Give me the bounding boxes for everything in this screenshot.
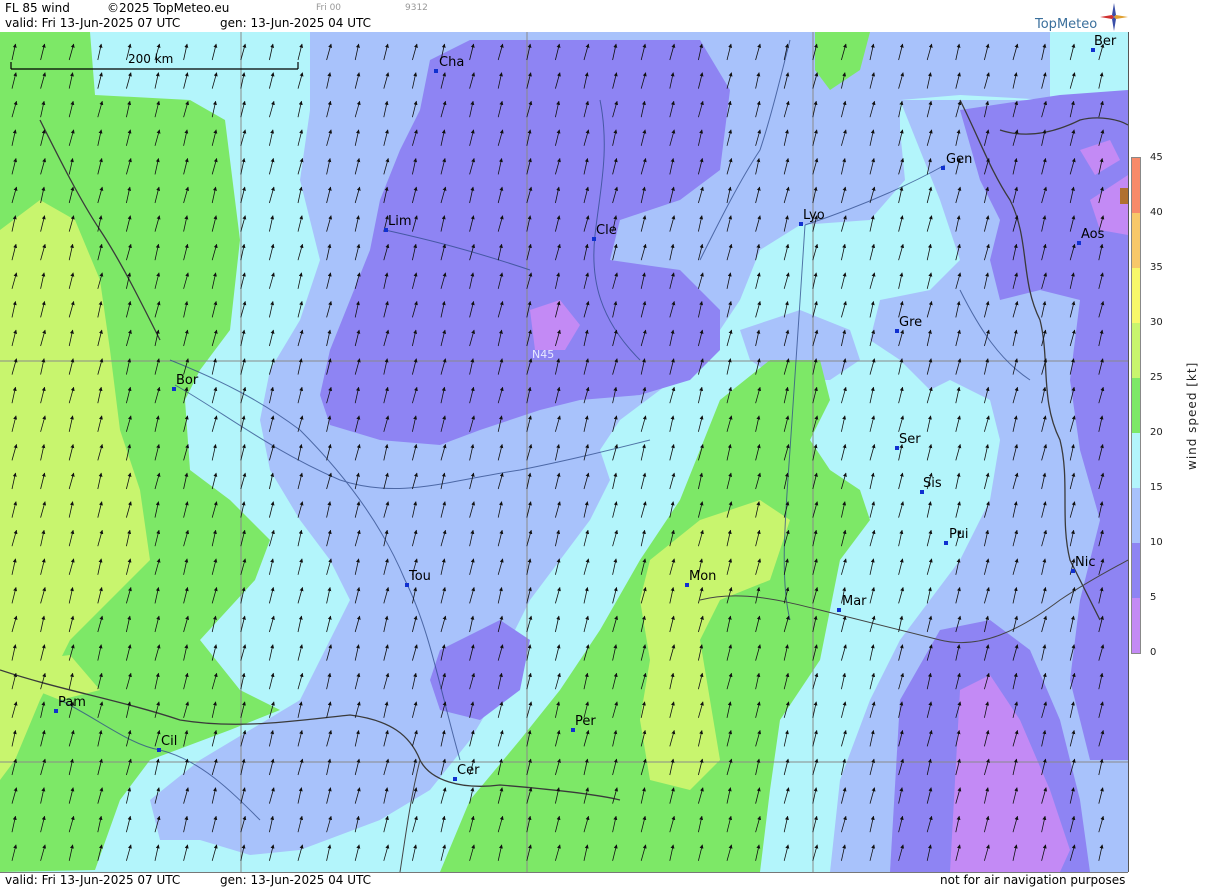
scale-label: 200 km: [128, 52, 174, 66]
footer-bar: valid: Fri 13-Jun-2025 07 UTC gen: 13-Ju…: [0, 872, 1128, 888]
legend-tick: 30: [1150, 317, 1163, 328]
code-label: 9312: [405, 3, 428, 13]
wind-speed-colorbar: [1131, 157, 1141, 654]
header-bar: FL 85 wind ©2025 TopMeteo.eu Fri 00 9312…: [0, 0, 1128, 33]
wind-zone-40-45-edge: [1120, 188, 1128, 204]
legend-band-25-30: [1132, 323, 1140, 378]
city-name: Gre: [899, 315, 923, 330]
legend-band-5-10: [1132, 543, 1140, 598]
city-name: Pui: [949, 527, 969, 542]
valid-time: valid: Fri 13-Jun-2025 07 UTC: [5, 16, 181, 30]
footer-gen-time: gen: 13-Jun-2025 04 UTC: [220, 873, 372, 887]
footer-valid-time: valid: Fri 13-Jun-2025 07 UTC: [5, 873, 181, 887]
city-name: Tou: [409, 569, 431, 584]
grid-label-n45: N45: [532, 348, 555, 361]
city-name: Mon: [689, 569, 717, 584]
legend-tick: 5: [1150, 592, 1157, 603]
city-name: Bor: [176, 373, 199, 388]
legend-tick: 20: [1150, 427, 1163, 438]
city-name: Ser: [899, 432, 921, 447]
legend-tick: 25: [1150, 372, 1163, 383]
disclaimer: not for air navigation purposes: [940, 873, 1126, 887]
city-name: Per: [575, 714, 596, 729]
legend-title: wind speed [kt]: [1185, 361, 1199, 470]
legend-band-15-20: [1132, 433, 1140, 488]
topmeteo-logo[interactable]: TopMeteo: [1035, 3, 1128, 32]
city-name: Cil: [161, 734, 178, 749]
legend-tick: 10: [1150, 537, 1163, 548]
run-label: Fri 00: [316, 3, 342, 13]
city-dot-icon: [837, 608, 841, 612]
city-name: Nic: [1075, 555, 1096, 570]
legend-tick: 45: [1150, 152, 1163, 163]
legend-band-40-45: [1132, 158, 1140, 213]
city-name: Gen: [946, 152, 973, 167]
map-title: FL 85 wind: [5, 1, 70, 15]
city-dot-icon: [944, 541, 948, 545]
legend-band-10-15: [1132, 488, 1140, 543]
compass-star-icon: [1100, 3, 1128, 31]
copyright: ©2025 TopMeteo.eu: [107, 1, 230, 15]
logo-text: TopMeteo: [1035, 17, 1098, 32]
legend-band-0-5: [1132, 598, 1140, 653]
legend-band-35-40: [1132, 213, 1140, 268]
city-name: Cer: [457, 763, 480, 778]
gen-time: gen: 13-Jun-2025 04 UTC: [220, 16, 372, 30]
legend-band-30-35: [1132, 268, 1140, 323]
legend-band-20-25: [1132, 378, 1140, 433]
legend-tick: 15: [1150, 482, 1163, 493]
city-name: Ber: [1094, 34, 1117, 49]
city-name: Lyo: [803, 208, 825, 223]
city-name: Sis: [923, 476, 942, 491]
city-dot-icon: [941, 166, 945, 170]
city-name: Cha: [439, 55, 465, 70]
city-name: Lim: [388, 214, 412, 229]
city-name: Mar: [842, 594, 867, 609]
city-name: Cle: [596, 223, 617, 238]
legend-tick: 35: [1150, 262, 1163, 273]
city-name: Pam: [58, 695, 86, 710]
city-name: Aos: [1081, 227, 1105, 242]
legend-tick: 40: [1150, 207, 1163, 218]
wind-map[interactable]: 200 km N45 Cha Ber Gen Lim Cle Lyo Aos G…: [0, 32, 1129, 872]
city-dot-icon: [434, 69, 438, 73]
legend-tick: 0: [1150, 647, 1157, 658]
